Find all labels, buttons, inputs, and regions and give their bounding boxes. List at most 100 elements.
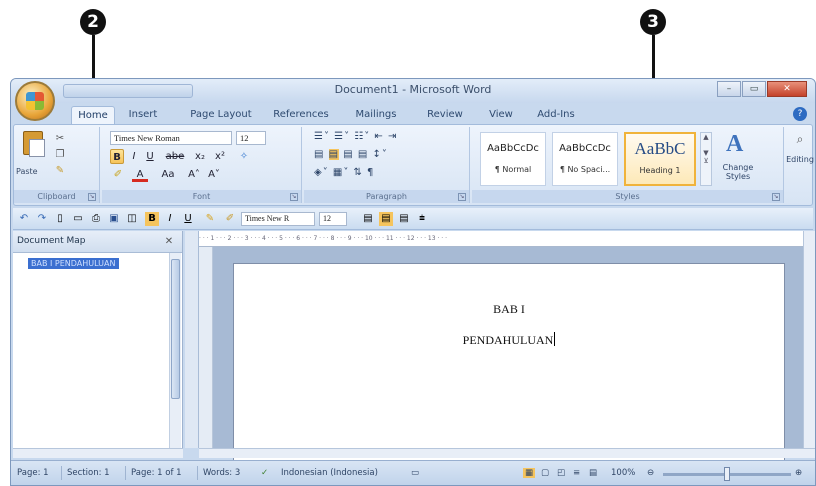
help-icon[interactable]: ?: [793, 107, 807, 121]
toolbar-more-icon[interactable]: ⩧: [415, 212, 429, 226]
style-heading-1[interactable]: AaBbC Heading 1: [624, 132, 696, 186]
preview-icon[interactable]: ◫: [125, 212, 139, 226]
shading-border-row[interactable]: ◈˅ ▦˅ ⇅ ¶: [314, 167, 374, 178]
tab-review[interactable]: Review: [421, 106, 469, 125]
macro-record-icon[interactable]: ▭: [411, 468, 419, 478]
underline-button[interactable]: U: [144, 149, 156, 164]
styles-gallery-scroll[interactable]: ▲ ▼ ⊻: [700, 132, 712, 186]
office-logo-icon: [26, 92, 44, 110]
status-section[interactable]: Section: 1: [67, 468, 110, 478]
proofing-icon[interactable]: ✓: [261, 468, 268, 478]
copy-icon[interactable]: ❐: [54, 149, 66, 161]
save-icon[interactable]: ▣: [107, 212, 121, 226]
strikethrough-button[interactable]: abe: [164, 149, 186, 164]
zoom-out-icon[interactable]: ⊖: [647, 468, 654, 478]
tab-page-layout[interactable]: Page Layout: [189, 106, 253, 125]
new-document-icon[interactable]: ▯: [53, 212, 67, 226]
tab-add-ins[interactable]: Add-Ins: [531, 106, 581, 125]
underline-quick-icon[interactable]: U: [181, 212, 195, 226]
quick-size-box[interactable]: 12: [319, 212, 347, 226]
status-language[interactable]: Indonesian (Indonesia): [281, 468, 378, 478]
web-layout-view-icon[interactable]: ◰: [557, 468, 565, 478]
undo-icon[interactable]: ↶: [17, 212, 31, 226]
print-layout-view-icon[interactable]: ▦: [523, 468, 536, 478]
quick-font-box[interactable]: Times New R: [241, 212, 315, 226]
clear-format-icon[interactable]: ✧: [236, 149, 252, 164]
styles-launcher-icon[interactable]: ↘: [772, 193, 780, 201]
change-styles-icon[interactable]: A: [726, 131, 743, 158]
grow-font-button[interactable]: A˄: [186, 167, 202, 182]
clipboard-launcher-icon[interactable]: ↘: [88, 193, 96, 201]
font-color-button[interactable]: A: [132, 167, 148, 182]
tab-insert[interactable]: Insert: [123, 106, 163, 125]
document-vertical-scrollbar[interactable]: [803, 231, 815, 448]
full-screen-view-icon[interactable]: ▢: [541, 468, 549, 478]
align-left-quick-icon[interactable]: ▤: [361, 212, 375, 226]
font-name-box[interactable]: Times New Roman: [110, 131, 232, 145]
document-map-item[interactable]: BAB I PENDAHULUAN: [28, 258, 119, 269]
zoom-thumb[interactable]: [724, 467, 730, 481]
paste-button[interactable]: [19, 131, 47, 161]
stage: 2 3 Document1 - Microsoft Word – ▭ ✕ Hom…: [0, 0, 816, 486]
subscript-button[interactable]: x₂: [192, 149, 208, 164]
document-map-header: Document Map ✕: [13, 231, 182, 253]
close-button[interactable]: ✕: [767, 81, 807, 97]
find-icon[interactable]: ⌕: [794, 133, 806, 145]
status-words[interactable]: Words: 3: [203, 468, 240, 478]
font-size-box[interactable]: 12: [236, 131, 266, 145]
paragraph-label: Paragraph: [304, 190, 469, 203]
draft-view-icon[interactable]: ▤: [589, 468, 597, 478]
change-case-button[interactable]: Aa: [158, 167, 178, 182]
align-right-quick-icon[interactable]: ▤: [397, 212, 411, 226]
vertical-ruler[interactable]: [199, 247, 213, 448]
format-painter-quick-icon[interactable]: ✐: [223, 212, 237, 226]
document-map-title[interactable]: Document Map: [17, 236, 85, 246]
format-painter-icon[interactable]: ✎: [54, 165, 66, 177]
document-map-scroll-thumb[interactable]: [171, 259, 180, 399]
print-icon[interactable]: ⎙: [89, 212, 103, 226]
style-normal-name: ¶ Normal: [494, 165, 532, 174]
minimize-button[interactable]: –: [717, 81, 741, 97]
change-styles-label[interactable]: Change Styles: [716, 163, 760, 181]
shrink-font-button[interactable]: A˅: [206, 167, 222, 182]
zoom-level[interactable]: 100%: [611, 468, 635, 478]
status-page-of[interactable]: Page: 1 of 1: [131, 468, 182, 478]
group-font: Times New Roman 12 B I U abe x₂ x² ✧ ✐ A…: [102, 127, 302, 203]
tab-references[interactable]: References: [267, 106, 335, 125]
list-buttons-row[interactable]: ☰˅ ☰˅ ☷˅ ⇤ ⇥: [314, 131, 397, 142]
tab-mailings[interactable]: Mailings: [347, 106, 405, 125]
font-launcher-icon[interactable]: ↘: [290, 193, 298, 201]
horizontal-ruler[interactable]: · · · 1 · · · 2 · · · 3 · · · 4 · · · 5 …: [199, 231, 803, 247]
bold-quick-icon[interactable]: B: [145, 212, 159, 226]
office-button[interactable]: [15, 81, 55, 121]
style-no-spacing[interactable]: AaBbCcDc ¶ No Spaci...: [552, 132, 618, 186]
highlight-quick-icon[interactable]: ✎: [203, 212, 217, 226]
split-bar[interactable]: [185, 231, 199, 448]
italic-quick-icon[interactable]: I: [163, 212, 177, 226]
document-map-horizontal-scrollbar[interactable]: [13, 448, 183, 458]
align-center-quick-icon[interactable]: ▤: [379, 212, 393, 226]
align-buttons-row[interactable]: ▤ ▤ ▤ ▤ ↕˅: [314, 149, 388, 160]
open-icon[interactable]: ▭: [71, 212, 85, 226]
tab-home[interactable]: Home: [71, 106, 115, 125]
document-page[interactable]: BAB I PENDAHULUAN: [233, 263, 785, 463]
document-horizontal-scrollbar[interactable]: [199, 448, 815, 458]
document-map-close-icon[interactable]: ✕: [163, 236, 175, 248]
paragraph-launcher-icon[interactable]: ↘: [458, 193, 466, 201]
superscript-button[interactable]: x²: [212, 149, 228, 164]
tab-view[interactable]: View: [481, 106, 521, 125]
cut-icon[interactable]: ✂: [54, 133, 66, 145]
maximize-button[interactable]: ▭: [742, 81, 766, 97]
editing-label[interactable]: Editing: [786, 155, 814, 164]
title-bar: Document1 - Microsoft Word – ▭ ✕: [11, 79, 815, 103]
style-normal[interactable]: AaBbCcDc ¶ Normal: [480, 132, 546, 186]
status-separator: [197, 466, 198, 480]
outline-view-icon[interactable]: ≡: [573, 468, 580, 478]
zoom-in-icon[interactable]: ⊕: [795, 468, 802, 478]
highlight-icon[interactable]: ✐: [110, 167, 126, 182]
italic-button[interactable]: I: [128, 149, 140, 164]
status-page[interactable]: Page: 1: [17, 468, 49, 478]
bold-button[interactable]: B: [110, 149, 124, 164]
redo-icon[interactable]: ↷: [35, 212, 49, 226]
document-map-scrollbar[interactable]: [169, 253, 181, 448]
